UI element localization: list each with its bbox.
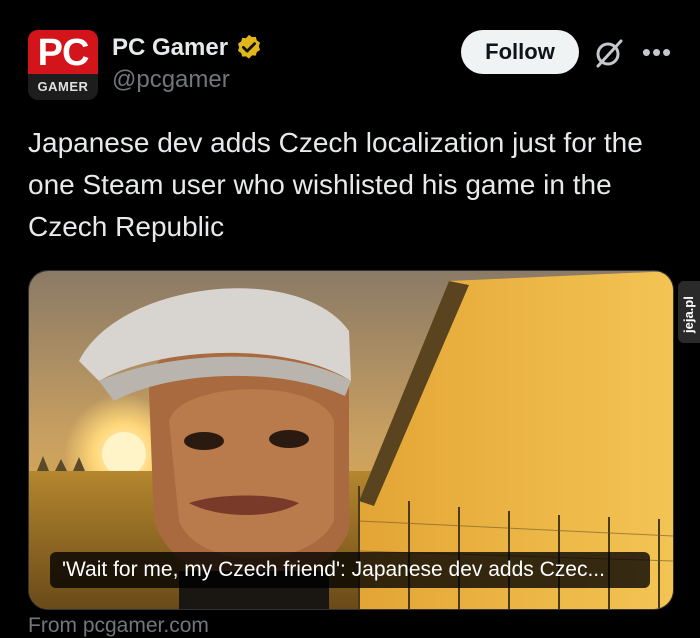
display-name[interactable]: PC Gamer (112, 34, 228, 62)
follow-button[interactable]: Follow (461, 30, 579, 74)
avatar[interactable]: PC GAMER (28, 30, 98, 100)
watermark-text: jeja.pl (681, 296, 696, 333)
name-row: PC Gamer (112, 32, 264, 64)
verified-badge-icon (238, 34, 261, 59)
avatar-logo-bottom: GAMER (37, 79, 89, 94)
card-caption[interactable]: 'Wait for me, my Czech friend': Japanese… (50, 552, 650, 588)
avatar-logo-top: PC (28, 30, 98, 74)
tweet-text: Japanese dev adds Czech localization jus… (28, 127, 643, 242)
tweet-header: PC GAMER PC Gamer @pcgamer Follow ••• (0, 0, 700, 110)
card-source[interactable]: From pcgamer.com (28, 614, 209, 638)
jeja-watermark: jeja.pl (678, 281, 700, 343)
more-icon[interactable]: ••• (640, 37, 674, 67)
grok-icon[interactable] (592, 36, 626, 70)
handle[interactable]: @pcgamer (112, 66, 230, 94)
